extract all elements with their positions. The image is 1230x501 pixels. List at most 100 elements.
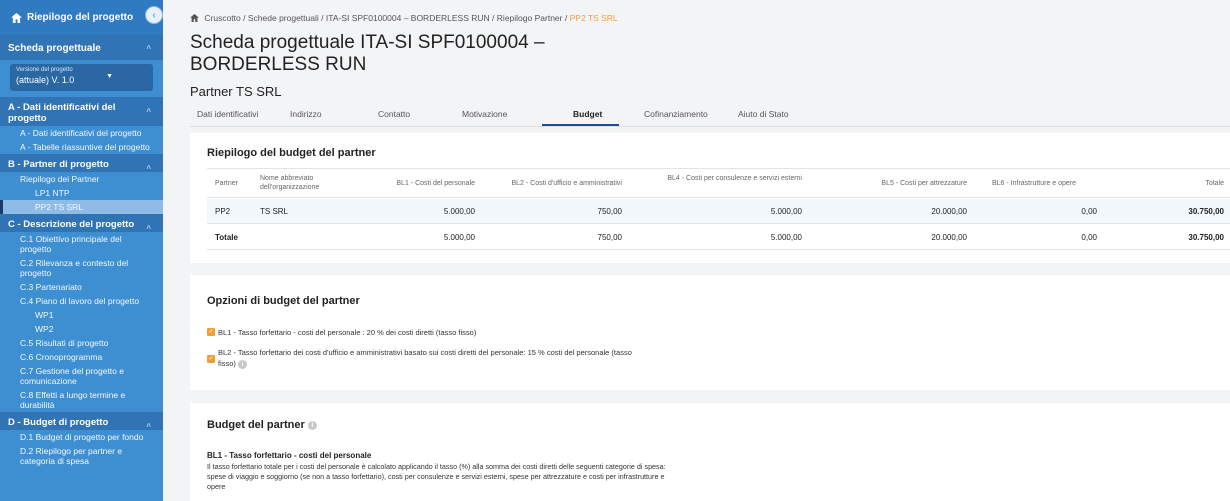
budget-summary-card: Riepilogo del budget del partner Partner…: [190, 133, 1230, 263]
home-icon[interactable]: [190, 14, 199, 22]
bl2-option: BL2 - Tasso forfettario dei costi d'uffi…: [218, 347, 648, 369]
sidebar-item[interactable]: D.2 Riepilogo per partner e categoria di…: [0, 444, 163, 468]
table-cell: 5.000,00: [770, 233, 802, 242]
breadcrumb-separator: /: [564, 13, 568, 23]
table-cell: Totale: [215, 233, 238, 242]
sidebar-group-c[interactable]: C - Descrizione del progetto ^: [0, 214, 163, 233]
group-d-label: D - Budget di progetto: [8, 417, 109, 428]
sidebar-item[interactable]: C.8 Effetti a lungo termine e durabilità: [0, 388, 163, 412]
sidebar-subitem-active[interactable]: PP2 TS SRL: [0, 200, 163, 214]
tab-budget[interactable]: Budget: [573, 109, 602, 119]
table-cell: 30.750,00: [1188, 233, 1224, 242]
caret-down-icon: ▼: [106, 73, 113, 80]
bl2-checkbox[interactable]: ✓: [207, 355, 215, 363]
table-row: PP2 TS SRL 5.000,00 750,00 5.000,00 20.0…: [207, 199, 1230, 224]
budget-options-title: Opzioni di budget del partner: [207, 295, 360, 307]
sidebar-section-title[interactable]: Scheda progettuale ^: [0, 35, 163, 60]
sidebar-group-d[interactable]: D - Budget di progetto ^: [0, 412, 163, 431]
table-cell: TS SRL: [260, 207, 289, 216]
column-header: BL1 - Costi del personale: [396, 180, 475, 187]
breadcrumb-separator: /: [492, 13, 495, 23]
column-header: BL2 - Costi d'ufficio e amministrativi: [511, 180, 622, 187]
version-value: (attuale) V. 1.0: [16, 75, 75, 85]
budget-options-card: Opzioni di budget del partner ✓ BL1 - Ta…: [190, 275, 1230, 390]
tab-motivazione[interactable]: Motivazione: [462, 109, 507, 119]
sidebar-subitem[interactable]: WP1: [0, 308, 163, 322]
group-a-label: A - Dati identificativi del progetto: [8, 102, 116, 124]
table-cell: 20.000,00: [931, 233, 967, 242]
tab-indirizzo[interactable]: Indirizzo: [290, 109, 322, 119]
breadcrumb-separator: /: [321, 13, 324, 23]
chevron-up-icon: ^: [146, 44, 151, 53]
tab-cofinanziamento[interactable]: Cofinanziamento: [644, 109, 708, 119]
column-header: Partner: [215, 180, 238, 187]
partner-budget-title: Budget del partner i: [207, 419, 317, 431]
tab-dati-identificativi[interactable]: Dati identificativi: [197, 109, 258, 119]
sidebar-item[interactable]: C.2 Rilevanza e contesto del progetto: [0, 256, 163, 280]
tab-aiuto-di-stato[interactable]: Aiuto di Stato: [738, 109, 789, 119]
column-header: Totale: [1205, 180, 1224, 187]
sidebar-item[interactable]: C.4 Piano di lavoro del progetto: [0, 294, 163, 308]
sidebar-item[interactable]: C.3 Partenariato: [0, 280, 163, 294]
table-cell: 0,00: [1081, 233, 1097, 242]
version-label: Versione del progetto: [16, 67, 73, 73]
sidebar-header-label: Riepilogo del progetto: [27, 12, 134, 23]
table-cell: 30.750,00: [1188, 207, 1224, 216]
table-row-total: Totale 5.000,00 750,00 5.000,00 20.000,0…: [207, 225, 1230, 250]
sidebar-subitem[interactable]: LP1 NTP: [0, 186, 163, 200]
sidebar-collapse-button[interactable]: ‹: [145, 6, 163, 24]
active-tab-indicator: [542, 124, 619, 126]
chevron-up-icon: ^: [146, 422, 151, 431]
column-header: BL4 - Costi per consulenze e servizi est…: [667, 175, 802, 182]
bl1-section-title: BL1 - Tasso forfettario - costi del pers…: [207, 451, 372, 460]
table-cell: 5.000,00: [443, 233, 475, 242]
sidebar-group-a[interactable]: A - Dati identificativi del progetto ^: [0, 97, 163, 126]
info-icon[interactable]: i: [238, 359, 248, 369]
bl1-checkbox[interactable]: ✓: [207, 328, 215, 336]
table-cell: 5.000,00: [443, 207, 475, 216]
breadcrumb-item[interactable]: Schede progettuali: [248, 13, 319, 23]
tab-contatto[interactable]: Contatto: [378, 109, 410, 119]
home-icon: [11, 12, 22, 23]
sidebar-item[interactable]: Riepilogo dei Partner: [0, 172, 163, 186]
breadcrumb-item[interactable]: Riepilogo Partner: [497, 13, 563, 23]
sidebar-item[interactable]: C.1 Obiettivo principale del progetto: [0, 232, 163, 256]
table-cell: 0,00: [1081, 207, 1097, 216]
breadcrumb-separator: /: [243, 13, 246, 23]
chevron-up-icon: ^: [146, 164, 151, 173]
sidebar-project-summary-link[interactable]: Riepilogo del progetto: [0, 0, 163, 35]
table-cell: 750,00: [597, 233, 622, 242]
budget-summary-title: Riepilogo del budget del partner: [207, 147, 376, 159]
sidebar-subitem[interactable]: WP2: [0, 322, 163, 336]
breadcrumb-item[interactable]: ITA-SI SPF0100004 – BORDERLESS RUN: [326, 13, 490, 23]
sidebar-group-b[interactable]: B - Partner di progetto ^: [0, 154, 163, 173]
bl1-option-label: BL1 - Tasso forfettario - costi del pers…: [218, 328, 477, 337]
info-icon[interactable]: i: [307, 420, 317, 430]
breadcrumb-item[interactable]: Cruscotto: [204, 13, 240, 23]
section-title-label: Scheda progettuale: [8, 43, 101, 54]
table-cell: PP2: [215, 207, 231, 216]
sidebar-item[interactable]: D.1 Budget di progetto per fondo: [0, 430, 163, 444]
breadcrumb-current: PP2 TS SRL: [569, 13, 618, 23]
sidebar-item[interactable]: A - Dati identificativi del progetto: [0, 126, 163, 140]
column-header: BL5 - Costi per attrezzature: [881, 180, 967, 187]
table-cell: 20.000,00: [931, 207, 967, 216]
table-cell: 750,00: [597, 207, 622, 216]
sidebar-item[interactable]: A - Tabelle riassuntive del progetto: [0, 140, 163, 154]
sidebar-item[interactable]: C.5 Risultati di progetto: [0, 336, 163, 350]
partner-budget-card: Budget del partner i BL1 - Tasso forfett…: [190, 403, 1230, 501]
main-content: Cruscotto / Schede progettuali / ITA-SI …: [163, 0, 1230, 501]
table-cell: 5.000,00: [770, 207, 802, 216]
partner-budget-title-label: Budget del partner: [207, 419, 305, 431]
group-c-label: C - Descrizione del progetto: [8, 219, 135, 230]
column-header: Nome abbreviato dell'organizzazione: [260, 175, 320, 191]
page-title: Scheda progettuale ITA-SI SPF0100004 – B…: [190, 32, 545, 75]
sidebar-item[interactable]: C.6 Cronoprogramma: [0, 350, 163, 364]
version-select[interactable]: Versione del progetto (attuale) V. 1.0 ▼: [10, 64, 153, 91]
tab-bar: Dati identificativi Indirizzo Contatto M…: [190, 105, 1230, 127]
sidebar: Riepilogo del progetto Scheda progettual…: [0, 0, 163, 501]
sidebar-item[interactable]: C.7 Gestione del progetto e comunicazion…: [0, 364, 163, 388]
chevron-up-icon: ^: [146, 224, 151, 233]
breadcrumb: Cruscotto / Schede progettuali / ITA-SI …: [190, 13, 618, 23]
partner-title: Partner TS SRL: [190, 84, 282, 99]
